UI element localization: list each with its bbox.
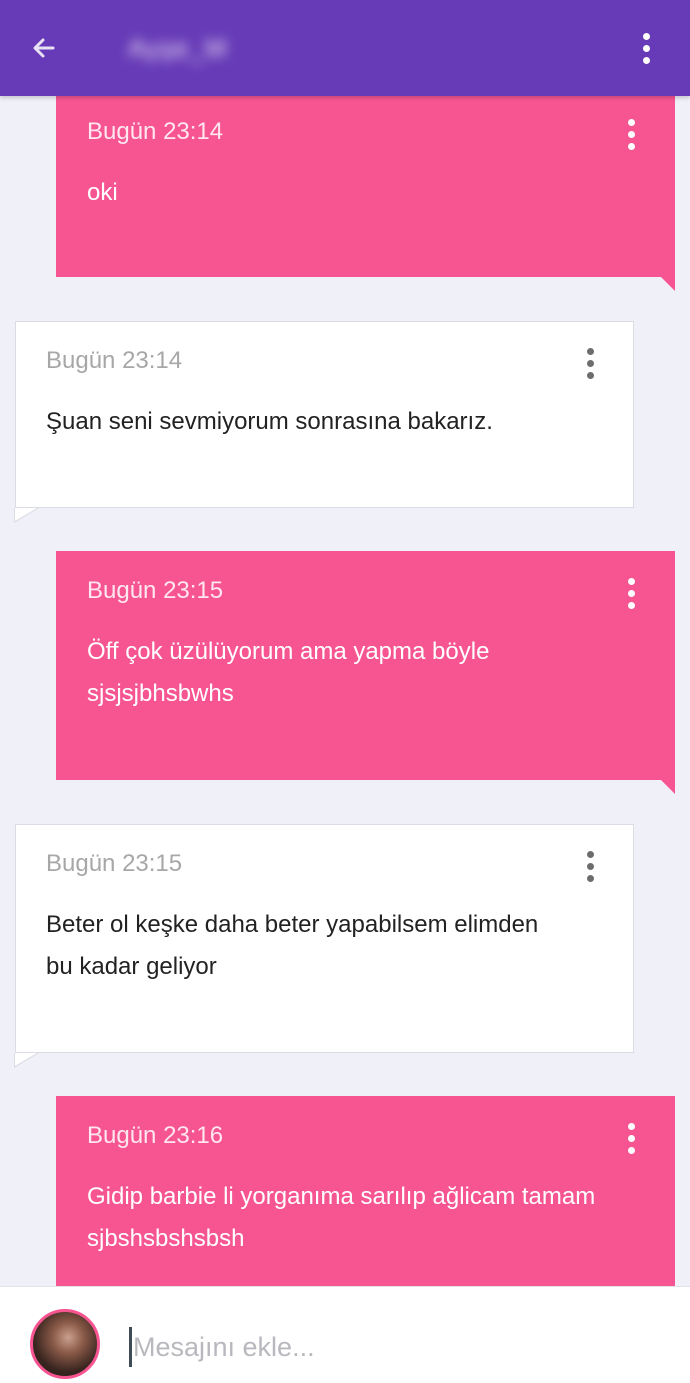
message-options-icon[interactable] — [576, 846, 604, 886]
text-cursor — [129, 1327, 132, 1367]
back-button[interactable] — [22, 26, 66, 70]
message-options-icon[interactable] — [617, 114, 645, 154]
app-bar: Ayşe_M — [0, 0, 690, 96]
message-text: oki — [87, 179, 118, 206]
message-bubble-received[interactable]: Bugün 23:15 Beter ol keşke daha beter ya… — [14, 824, 634, 1068]
avatar[interactable] — [30, 1309, 100, 1379]
message-timestamp: Bugün 23:15 — [46, 850, 183, 877]
message-options-icon[interactable] — [617, 573, 645, 613]
chat-screen: Ayşe_M Bugün 23:14 oki Bugün 23:14 Şuan … — [0, 0, 690, 1383]
message-text: Gidip barbie li yorganıma sarılıp ağlica… — [87, 1183, 596, 1252]
message-timestamp: Bugün 23:15 — [87, 577, 224, 604]
message-text: Beter ol keşke daha beter yapabilsem eli… — [46, 911, 539, 980]
message-bubble-received[interactable]: Bugün 23:14 Şuan seni sevmiyorum sonrası… — [14, 321, 634, 523]
message-input[interactable] — [133, 1325, 653, 1369]
contact-name[interactable]: Ayşe_M — [128, 30, 227, 66]
message-text: Öff çok üzülüyorum ama yapma böyle sjsjs… — [87, 638, 490, 707]
message-timestamp: Bugün 23:14 — [46, 347, 183, 374]
message-options-icon[interactable] — [617, 1118, 645, 1158]
message-text: Şuan seni sevmiyorum sonrasına bakarız. — [46, 408, 493, 435]
message-bubble-sent[interactable]: Bugün 23:14 oki — [56, 92, 675, 291]
message-timestamp: Bugün 23:16 — [87, 1122, 224, 1149]
message-bubble-sent[interactable]: Bugün 23:15 Öff çok üzülüyorum ama yapma… — [56, 551, 675, 794]
more-vert-icon — [642, 32, 650, 40]
message-options-icon[interactable] — [576, 343, 604, 383]
more-options-button[interactable] — [624, 26, 668, 70]
message-timestamp: Bugün 23:14 — [87, 118, 224, 145]
message-composer — [0, 1286, 690, 1383]
arrow-back-icon — [33, 38, 55, 58]
